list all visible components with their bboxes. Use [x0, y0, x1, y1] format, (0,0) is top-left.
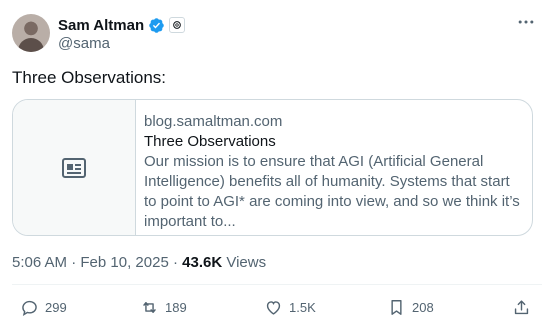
action-bar: 299 189 1.5K 208: [0, 298, 554, 322]
like-count: 1.5K: [289, 300, 316, 315]
article-icon: [62, 157, 86, 178]
reply-button[interactable]: 299: [20, 298, 67, 317]
share-icon: [514, 300, 529, 315]
meta-separator: ·: [71, 254, 77, 271]
reply-count: 299: [45, 300, 67, 315]
card-body: blog.samaltman.com Three Observations Ou…: [144, 112, 520, 232]
bookmark-icon: [391, 300, 402, 315]
link-card[interactable]: blog.samaltman.com Three Observations Ou…: [12, 99, 533, 236]
repost-count: 189: [165, 300, 187, 315]
like-button[interactable]: 1.5K: [264, 298, 316, 317]
tweet-text: Three Observations:: [12, 68, 167, 87]
reply-icon: [22, 300, 37, 316]
more-icon[interactable]: [516, 12, 536, 37]
repost-icon: [143, 302, 156, 313]
repost-button[interactable]: 189: [140, 298, 187, 317]
views-label: Views: [226, 254, 267, 271]
card-title: Three Observations: [144, 133, 276, 150]
bookmark-count: 208: [412, 300, 434, 315]
author-handle[interactable]: @sama: [58, 35, 110, 52]
bookmark-button[interactable]: 208: [387, 298, 434, 317]
divider: [12, 284, 542, 285]
heart-icon: [266, 301, 281, 315]
views-count: 43.6K: [182, 254, 223, 271]
share-button[interactable]: [512, 298, 531, 317]
tweet-date[interactable]: Feb 10, 2025: [80, 254, 168, 271]
card-thumbnail: [13, 100, 136, 235]
verified-badge-icon[interactable]: [148, 17, 165, 34]
meta-separator-2: ·: [172, 254, 178, 271]
card-domain: blog.samaltman.com: [144, 113, 283, 130]
avatar[interactable]: [12, 14, 50, 52]
author-name[interactable]: Sam Altman: [58, 17, 144, 34]
author-row: Sam Altman: [58, 15, 186, 35]
card-description: Our mission is to ensure that AGI (Artif…: [144, 153, 520, 230]
tweet-meta: 5:06 AM · Feb 10, 2025 · 43.6K Views: [12, 254, 266, 271]
openai-logo-icon[interactable]: [169, 17, 186, 33]
tweet-time[interactable]: 5:06 AM: [12, 254, 67, 271]
